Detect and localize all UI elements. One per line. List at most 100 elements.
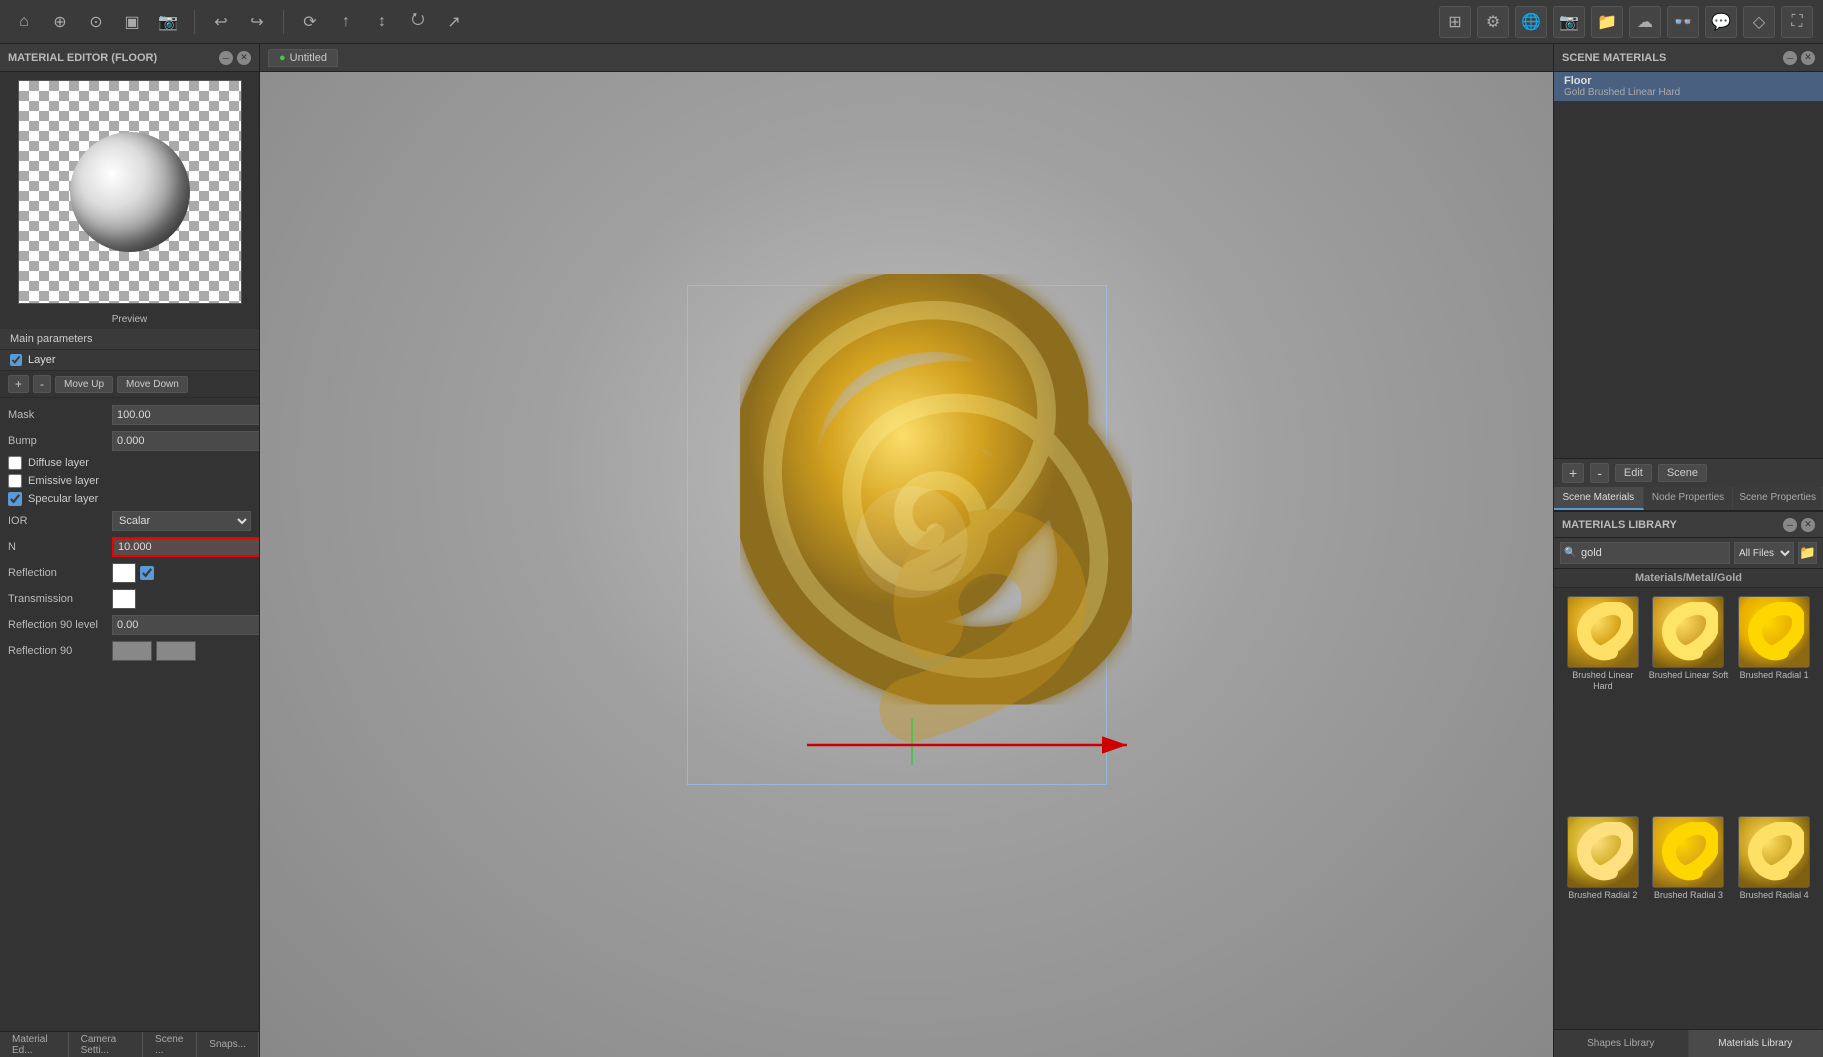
camera-settings-tab[interactable]: Camera Setti... bbox=[69, 1032, 143, 1057]
move-icon[interactable]: ↑ bbox=[332, 8, 360, 36]
mat-thumb-1 bbox=[1567, 596, 1639, 668]
emissive-row: Emissive layer bbox=[0, 472, 259, 490]
library-bottom-tabs: Shapes Library Materials Library bbox=[1554, 1029, 1823, 1057]
scale-icon[interactable]: ↕ bbox=[368, 8, 396, 36]
select-icon[interactable]: ⊕ bbox=[46, 8, 74, 36]
reflection-color-button[interactable] bbox=[112, 563, 136, 583]
search-wrapper: 🔍 bbox=[1560, 542, 1730, 564]
bump-label: Bump bbox=[8, 435, 108, 447]
mask-input[interactable] bbox=[112, 405, 259, 425]
mat-item-brushed-radial-2[interactable]: Brushed Radial 2 bbox=[1562, 816, 1644, 1021]
emissive-label: Emissive layer bbox=[28, 475, 99, 487]
export-icon[interactable]: ↗ bbox=[440, 8, 468, 36]
mat-path: Materials/Metal/Gold bbox=[1554, 569, 1823, 588]
home-icon[interactable]: ⌂ bbox=[10, 8, 38, 36]
reflection-checkbox[interactable] bbox=[140, 566, 154, 580]
mat-thumb-5 bbox=[1652, 816, 1724, 888]
add-layer-button[interactable]: + bbox=[8, 375, 29, 393]
main-parameters-section: Main parameters bbox=[0, 329, 259, 350]
add-scene-mat-button[interactable]: + bbox=[1562, 463, 1584, 483]
edit-button[interactable]: Edit bbox=[1615, 464, 1652, 482]
transform-icon[interactable]: ⟳ bbox=[296, 8, 324, 36]
ior-select[interactable]: Scalar RGB bbox=[112, 511, 251, 531]
settings-icon[interactable]: ⚙ bbox=[1477, 6, 1509, 38]
folder-icon[interactable]: 📁 bbox=[1591, 6, 1623, 38]
diffuse-label: Diffuse layer bbox=[28, 457, 89, 469]
mat-name-1: Brushed Linear Hard bbox=[1562, 670, 1644, 692]
bump-input[interactable] bbox=[112, 431, 259, 451]
layout-icon[interactable]: ⊞ bbox=[1439, 6, 1471, 38]
move-up-button[interactable]: Move Up bbox=[55, 376, 113, 393]
reflection-label: Reflection bbox=[8, 567, 108, 579]
minimize-button[interactable]: ─ bbox=[219, 51, 233, 65]
scene-button[interactable]: Scene bbox=[1658, 464, 1707, 482]
mat-item-brushed-radial-4[interactable]: Brushed Radial 4 bbox=[1733, 816, 1815, 1021]
panel-header-buttons: ─ ✕ bbox=[219, 51, 251, 65]
emissive-checkbox[interactable] bbox=[8, 474, 22, 488]
filter-select[interactable]: All Files bbox=[1734, 542, 1794, 564]
scene-properties-tab[interactable]: Scene Properties bbox=[1733, 487, 1823, 510]
chat-icon[interactable]: 💬 bbox=[1705, 6, 1737, 38]
render-icon[interactable]: 📷 bbox=[1553, 6, 1585, 38]
rotate-icon[interactable]: ⭮ bbox=[404, 8, 432, 36]
mat-item-brushed-linear-hard[interactable]: Brushed Linear Hard bbox=[1562, 596, 1644, 812]
transmission-color-button[interactable] bbox=[112, 589, 136, 609]
center-viewport: ● Untitled bbox=[260, 44, 1553, 1057]
mat-thumb-3 bbox=[1738, 596, 1810, 668]
n-input[interactable] bbox=[112, 537, 259, 557]
remove-scene-mat-button[interactable]: - bbox=[1590, 463, 1609, 483]
search-input[interactable] bbox=[1560, 542, 1730, 564]
refl90-color-button[interactable] bbox=[112, 641, 152, 661]
refl90-color-button2[interactable] bbox=[156, 641, 196, 661]
properties-area: Mask ▲ ▼ Bump ▲ ▼ bbox=[0, 398, 259, 1031]
left-panel: MATERIAL EDITOR (FLOOR) ─ ✕ Preview Main… bbox=[0, 44, 260, 1057]
close-button[interactable]: ✕ bbox=[237, 51, 251, 65]
bump-row: Bump ▲ ▼ bbox=[0, 428, 259, 454]
object-icon[interactable]: ◇ bbox=[1743, 6, 1775, 38]
filter-button[interactable]: 📁 bbox=[1798, 542, 1817, 564]
cloud-icon[interactable]: ☁ bbox=[1629, 6, 1661, 38]
shapes-library-tab[interactable]: Shapes Library bbox=[1554, 1030, 1689, 1057]
specular-checkbox[interactable] bbox=[8, 492, 22, 506]
scene-mat-sub-floor: Gold Brushed Linear Hard bbox=[1564, 87, 1813, 98]
undo-icon[interactable]: ↩ bbox=[207, 8, 235, 36]
viewport-tab[interactable]: ● Untitled bbox=[268, 49, 338, 67]
globe-icon[interactable]: 🌐 bbox=[1515, 6, 1547, 38]
layer-checkbox[interactable] bbox=[10, 354, 22, 366]
mat-thumb-6 bbox=[1738, 816, 1810, 888]
node-properties-tab[interactable]: Node Properties bbox=[1644, 487, 1734, 510]
material-editor-tab[interactable]: Material Ed... bbox=[0, 1032, 69, 1057]
move-down-button[interactable]: Move Down bbox=[117, 376, 188, 393]
layer-buttons: + - Move Up Move Down bbox=[0, 371, 259, 398]
preview-label: Preview bbox=[0, 312, 259, 329]
scene-materials-tab[interactable]: Scene Materials bbox=[1554, 487, 1644, 510]
scene-material-floor[interactable]: Floor Gold Brushed Linear Hard bbox=[1554, 72, 1823, 101]
display-icon[interactable]: ▣ bbox=[118, 8, 146, 36]
spiral-container bbox=[607, 225, 1207, 905]
mat-item-brushed-radial-3[interactable]: Brushed Radial 3 bbox=[1648, 816, 1730, 1021]
mat-item-brushed-linear-soft[interactable]: Brushed Linear Soft bbox=[1648, 596, 1730, 812]
specular-row: Specular layer bbox=[0, 490, 259, 508]
viewport-canvas[interactable] bbox=[260, 72, 1553, 1057]
expand-icon[interactable]: ⛶ bbox=[1781, 6, 1813, 38]
mat-lib-close[interactable]: ✕ bbox=[1801, 518, 1815, 532]
diffuse-checkbox[interactable] bbox=[8, 456, 22, 470]
materials-library-section: MATERIALS LIBRARY ─ ✕ 🔍 All Files 📁 Mate… bbox=[1554, 512, 1823, 1057]
materials-library-tab[interactable]: Materials Library bbox=[1689, 1030, 1823, 1057]
scene-mat-close[interactable]: ✕ bbox=[1801, 51, 1815, 65]
mat-lib-minimize[interactable]: ─ bbox=[1783, 518, 1797, 532]
target-icon[interactable]: ⊙ bbox=[82, 8, 110, 36]
snaps-tab[interactable]: Snaps... bbox=[197, 1032, 259, 1057]
refl90-input[interactable] bbox=[112, 615, 259, 635]
vr-icon[interactable]: 👓 bbox=[1667, 6, 1699, 38]
remove-layer-button[interactable]: - bbox=[33, 375, 51, 393]
mat-name-5: Brushed Radial 3 bbox=[1654, 890, 1723, 901]
redo-icon[interactable]: ↪ bbox=[243, 8, 271, 36]
diffuse-row: Diffuse layer bbox=[0, 454, 259, 472]
mat-item-brushed-radial-1[interactable]: Brushed Radial 1 bbox=[1733, 596, 1815, 812]
mat-lib-header-btns: ─ ✕ bbox=[1783, 518, 1815, 532]
toolbar-right: ⊞ ⚙ 🌐 📷 📁 ☁ 👓 💬 ◇ ⛶ bbox=[1439, 6, 1813, 38]
scene-tab[interactable]: Scene ... bbox=[143, 1032, 197, 1057]
scene-mat-minimize[interactable]: ─ bbox=[1783, 51, 1797, 65]
camera-icon[interactable]: 📷 bbox=[154, 8, 182, 36]
